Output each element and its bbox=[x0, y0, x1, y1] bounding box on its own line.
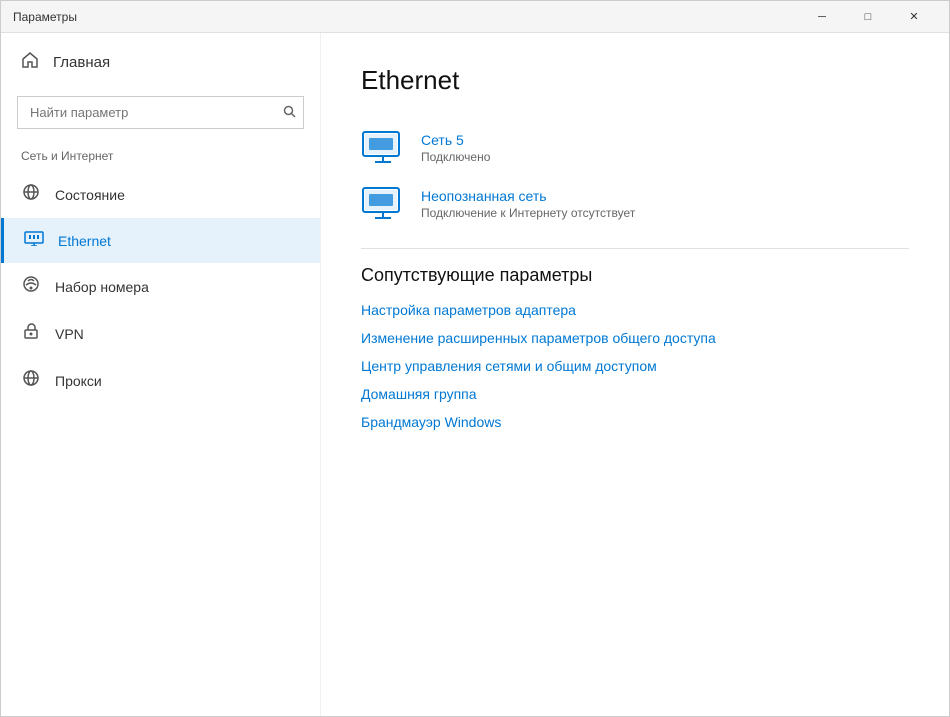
sidebar-home-label: Главная bbox=[53, 54, 110, 71]
vpn-icon bbox=[21, 322, 41, 345]
network-item-2[interactable]: Неопознанная сеть Подключение к Интернет… bbox=[361, 176, 909, 232]
sidebar-item-ethernet-label: Ethernet bbox=[58, 233, 111, 249]
search-box bbox=[17, 96, 304, 129]
sidebar-item-status[interactable]: Состояние bbox=[1, 171, 320, 218]
proxy-icon bbox=[21, 369, 41, 392]
sidebar-item-status-label: Состояние bbox=[55, 187, 125, 203]
related-section-title: Сопутствующие параметры bbox=[361, 265, 909, 286]
network-status-1: Подключено bbox=[421, 150, 490, 164]
settings-link-3[interactable]: Домашняя группа bbox=[361, 386, 909, 402]
home-icon bbox=[21, 51, 39, 74]
window-controls: ─ □ ✕ bbox=[799, 1, 937, 33]
window-title: Параметры bbox=[13, 10, 77, 24]
network-info-1: Сеть 5 Подключено bbox=[421, 132, 490, 164]
dialup-icon bbox=[21, 275, 41, 298]
network-name-1: Сеть 5 bbox=[421, 132, 490, 148]
sidebar-item-vpn-label: VPN bbox=[55, 326, 84, 342]
sidebar-home-button[interactable]: Главная bbox=[1, 33, 320, 92]
network-icon-1 bbox=[361, 130, 405, 166]
sidebar: Главная Сеть и Интернет bbox=[1, 33, 321, 716]
sidebar-item-proxy-label: Прокси bbox=[55, 373, 102, 389]
main-panel: Ethernet Сеть 5 Подключено bbox=[321, 33, 949, 716]
search-input[interactable] bbox=[17, 96, 304, 129]
network-item-1[interactable]: Сеть 5 Подключено bbox=[361, 120, 909, 176]
settings-link-0[interactable]: Настройка параметров адаптера bbox=[361, 302, 909, 318]
settings-link-1[interactable]: Изменение расширенных параметров общего … bbox=[361, 330, 909, 346]
globe-icon bbox=[21, 183, 41, 206]
sidebar-item-dialup-label: Набор номера bbox=[55, 279, 149, 295]
network-status-2: Подключение к Интернету отсутствует bbox=[421, 206, 635, 220]
close-button[interactable]: ✕ bbox=[891, 1, 937, 33]
network-info-2: Неопознанная сеть Подключение к Интернет… bbox=[421, 188, 635, 220]
minimize-button[interactable]: ─ bbox=[799, 1, 845, 33]
titlebar: Параметры ─ □ ✕ bbox=[1, 1, 949, 33]
page-title: Ethernet bbox=[361, 65, 909, 96]
sidebar-item-vpn[interactable]: VPN bbox=[1, 310, 320, 357]
search-button[interactable] bbox=[283, 105, 296, 121]
maximize-button[interactable]: □ bbox=[845, 1, 891, 33]
settings-links: Настройка параметров адаптера Изменение … bbox=[361, 302, 909, 430]
section-label: Сеть и Интернет bbox=[1, 145, 320, 171]
divider bbox=[361, 248, 909, 249]
settings-link-2[interactable]: Центр управления сетями и общим доступом bbox=[361, 358, 909, 374]
ethernet-icon bbox=[24, 230, 44, 251]
content-area: Главная Сеть и Интернет bbox=[1, 33, 949, 716]
settings-link-4[interactable]: Брандмауэр Windows bbox=[361, 414, 909, 430]
network-name-2: Неопознанная сеть bbox=[421, 188, 635, 204]
network-icon-2 bbox=[361, 186, 405, 222]
sidebar-item-ethernet[interactable]: Ethernet bbox=[1, 218, 320, 263]
settings-window: Параметры ─ □ ✕ Главная bbox=[0, 0, 950, 717]
sidebar-item-proxy[interactable]: Прокси bbox=[1, 357, 320, 404]
sidebar-item-dialup[interactable]: Набор номера bbox=[1, 263, 320, 310]
